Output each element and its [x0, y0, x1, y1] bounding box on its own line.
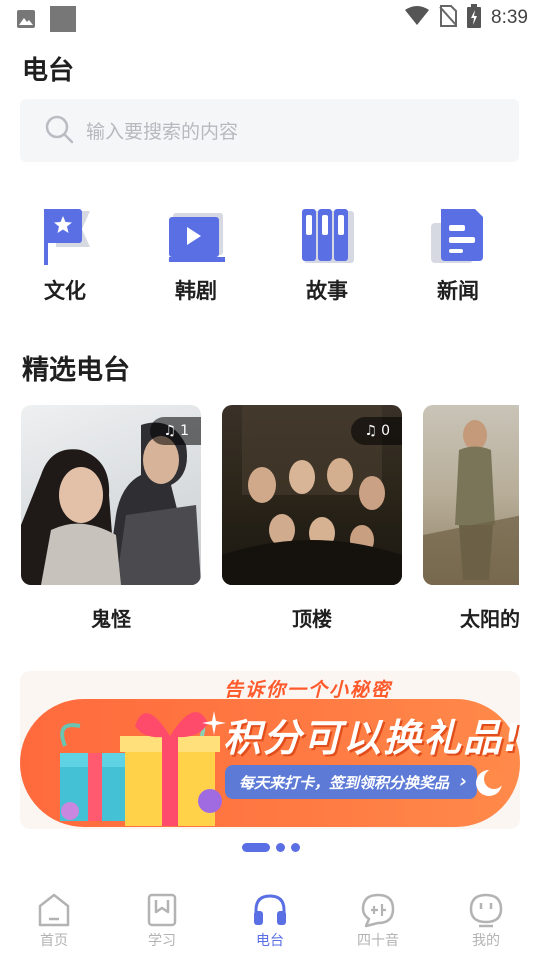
tab-home[interactable]: 首页 — [4, 892, 104, 950]
featured-radio-list[interactable]: ♫ 1 鬼怪 ♫ 0 顶楼 太阳的 — [0, 405, 519, 645]
no-sim-icon — [439, 5, 458, 31]
home-icon — [4, 892, 104, 928]
play-count-badge: ♫ 0 — [350, 417, 402, 445]
category-culture[interactable]: 文化 — [5, 205, 125, 305]
cover-image: ♫ 0 — [222, 405, 402, 585]
radio-name: 太阳的 — [460, 607, 519, 631]
books-icon — [267, 205, 387, 265]
section-title: 精选电台 — [22, 355, 130, 386]
carousel-indicator — [242, 843, 300, 852]
tab-label: 四十音 — [357, 933, 399, 949]
music-note-icon: ♫ — [364, 423, 378, 439]
search-icon — [44, 114, 74, 148]
banner-sub-button: 每天来打卡，签到领积分换奖品 › — [225, 765, 478, 799]
play-count-badge: ♫ 1 — [149, 417, 201, 445]
carousel-dot — [291, 843, 300, 852]
moon-icon — [475, 769, 504, 801]
radio-card[interactable]: 太阳的 — [423, 405, 519, 632]
headphones-icon — [220, 892, 320, 928]
image-notification-icon — [16, 9, 36, 33]
smiley-icon — [436, 892, 536, 928]
radio-card[interactable]: ♫ 0 顶楼 — [222, 405, 402, 632]
category-label: 故事 — [306, 279, 348, 303]
chat-bubble-icon — [328, 892, 428, 928]
bottom-tab-bar: 首页 学习 电台 四十音 我的 — [0, 880, 540, 960]
category-label: 韩剧 — [175, 279, 217, 303]
carousel-dot-active — [242, 843, 270, 852]
newspaper-icon — [398, 205, 518, 265]
search-placeholder: 输入要搜索的内容 — [86, 121, 239, 143]
tab-label: 我的 — [472, 933, 500, 949]
play-count: 1 — [180, 423, 189, 439]
banner-top-text: 告诉你一个小秘密 — [224, 679, 393, 701]
search-input[interactable]: 输入要搜索的内容 — [20, 99, 519, 162]
promo-banner[interactable]: 告诉你一个小秘密 积分可以换礼品! 每天来打卡，签到领积分换奖品 › — [20, 671, 520, 829]
tab-radio[interactable]: 电台 — [220, 892, 320, 950]
category-news[interactable]: 新闻 — [398, 205, 518, 305]
tab-study[interactable]: 学习 — [112, 892, 212, 950]
tab-label: 首页 — [40, 933, 68, 949]
status-time: 8:39 — [491, 7, 528, 28]
banner-main-text: 积分可以换礼品! — [223, 716, 520, 760]
banner-sub-text: 每天来打卡，签到领积分换奖品 — [239, 773, 450, 792]
tab-label: 电台 — [256, 933, 284, 949]
category-label: 新闻 — [437, 279, 479, 303]
music-note-icon: ♫ — [163, 423, 177, 439]
cover-image — [423, 405, 519, 585]
wifi-icon — [405, 6, 430, 30]
radio-name: 鬼怪 — [91, 607, 131, 631]
tab-me[interactable]: 我的 — [436, 892, 536, 950]
chevron-right-icon: › — [459, 771, 468, 792]
flag-star-icon — [5, 205, 125, 265]
app-notification-icon — [50, 6, 76, 36]
category-kdrama[interactable]: 韩剧 — [136, 205, 256, 305]
video-screen-icon — [136, 205, 256, 265]
category-label: 文化 — [44, 279, 86, 303]
tab-label: 学习 — [148, 933, 176, 949]
category-grid: 文化 韩剧 故事 新闻 — [0, 205, 540, 315]
bookmark-icon — [112, 892, 212, 928]
carousel-dot — [276, 843, 285, 852]
tab-kana[interactable]: 四十音 — [328, 892, 428, 950]
cover-image: ♫ 1 — [21, 405, 201, 585]
radio-card[interactable]: ♫ 1 鬼怪 — [21, 405, 201, 632]
radio-name: 顶楼 — [292, 607, 332, 631]
category-story[interactable]: 故事 — [267, 205, 387, 305]
play-count: 0 — [381, 423, 390, 439]
status-bar: 8:39 — [0, 0, 540, 36]
page-title: 电台 — [22, 56, 75, 86]
battery-charging-icon — [467, 4, 482, 32]
